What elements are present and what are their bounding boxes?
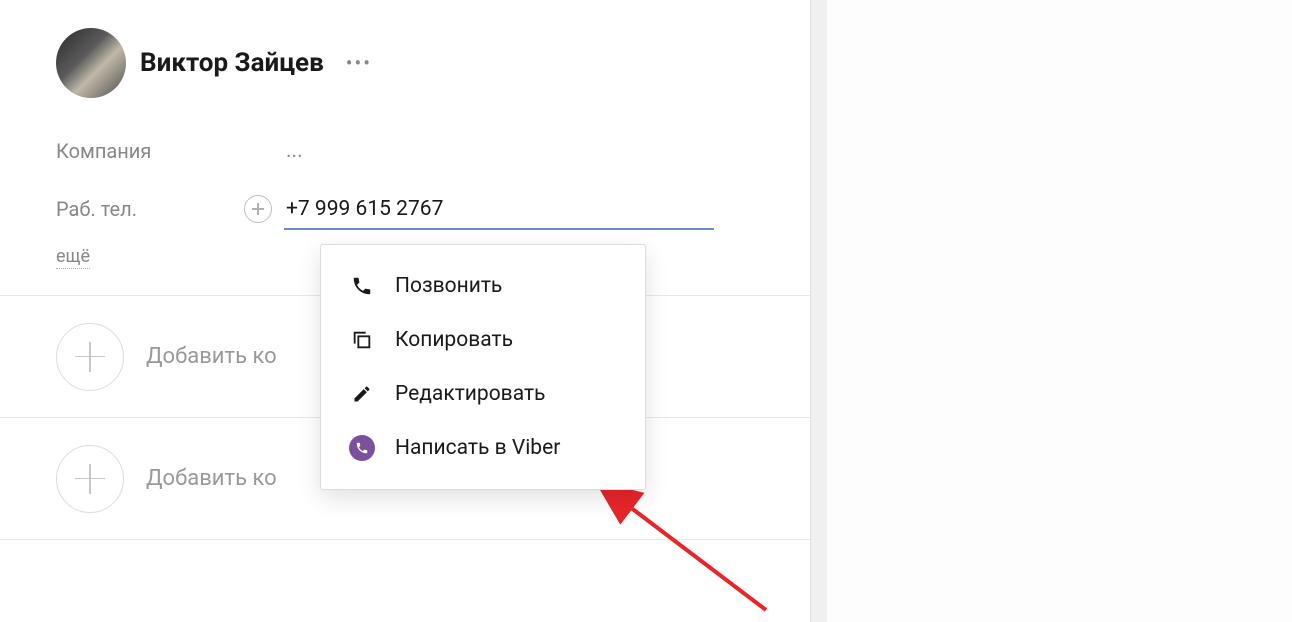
menu-edit-label: Редактировать <box>395 382 545 406</box>
copy-icon <box>349 327 375 353</box>
add-contact-icon[interactable] <box>56 445 124 513</box>
show-more-link[interactable]: ещё <box>56 246 90 269</box>
field-work-phone: Раб. тел. +7 999 615 2767 <box>56 180 810 238</box>
contact-fields: Компания ... Раб. тел. +7 999 615 2767 <box>0 98 810 238</box>
add-contact-label: Добавить ко <box>146 466 277 491</box>
menu-item-edit[interactable]: Редактировать <box>321 367 645 421</box>
menu-copy-label: Копировать <box>395 328 513 352</box>
company-label: Компания <box>56 139 244 163</box>
avatar[interactable] <box>56 28 126 98</box>
add-company-label: Добавить ко <box>146 344 277 369</box>
phone-value[interactable]: +7 999 615 2767 <box>286 197 443 221</box>
phone-context-menu: Позвонить Копировать Редактировать Напис… <box>320 244 646 490</box>
right-sidebar <box>810 0 1292 622</box>
menu-viber-label: Написать в Viber <box>395 436 560 460</box>
phone-icon <box>349 273 375 299</box>
add-phone-icon[interactable] <box>244 195 272 223</box>
contact-card-panel: Виктор Зайцев ••• Компания ... Раб. тел.… <box>0 0 810 622</box>
phone-label: Раб. тел. <box>56 197 244 221</box>
more-actions-icon[interactable]: ••• <box>338 47 380 79</box>
right-sidebar-inner <box>827 0 1292 622</box>
edit-icon <box>349 381 375 407</box>
contact-header: Виктор Зайцев ••• <box>0 0 810 98</box>
menu-call-label: Позвонить <box>395 274 502 298</box>
contact-name[interactable]: Виктор Зайцев <box>140 48 324 78</box>
menu-item-viber[interactable]: Написать в Viber <box>321 421 645 475</box>
phone-value-wrapper[interactable]: +7 999 615 2767 <box>286 197 443 221</box>
add-company-icon[interactable] <box>56 323 124 391</box>
phone-active-underline <box>284 228 714 230</box>
menu-item-call[interactable]: Позвонить <box>321 259 645 313</box>
viber-icon <box>349 435 375 461</box>
field-company: Компания ... <box>56 122 810 180</box>
menu-item-copy[interactable]: Копировать <box>321 313 645 367</box>
company-value[interactable]: ... <box>286 139 303 163</box>
